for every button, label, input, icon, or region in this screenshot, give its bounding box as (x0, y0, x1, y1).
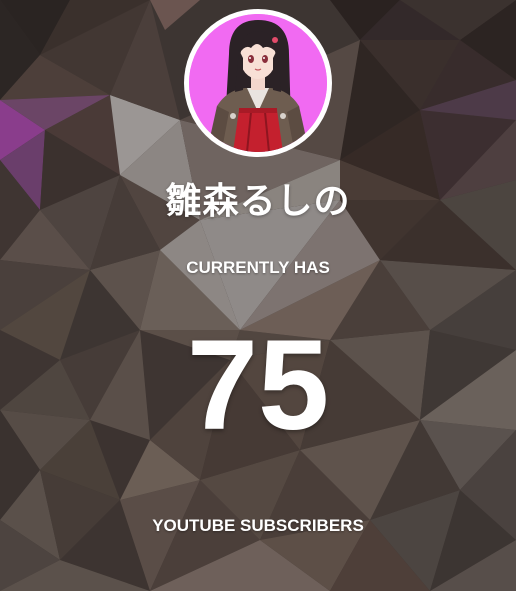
vtuber-avatar-icon (189, 14, 327, 152)
subscriber-count: 75 (186, 314, 330, 457)
channel-name: 雛森るしの (165, 181, 351, 222)
youtube-subscribers-label: YOUTUBE SUBSCRIBERS (152, 516, 364, 535)
avatar-ring (184, 9, 332, 157)
widget-content: 雛森るしの CURRENTLY HAS 75 YOUTUBE SUBSCRIBE… (0, 0, 516, 591)
currently-has-label: CURRENTLY HAS (186, 258, 330, 277)
subscriber-widget: 雛森るしの CURRENTLY HAS 75 YOUTUBE SUBSCRIBE… (0, 0, 516, 591)
avatar (189, 14, 327, 152)
